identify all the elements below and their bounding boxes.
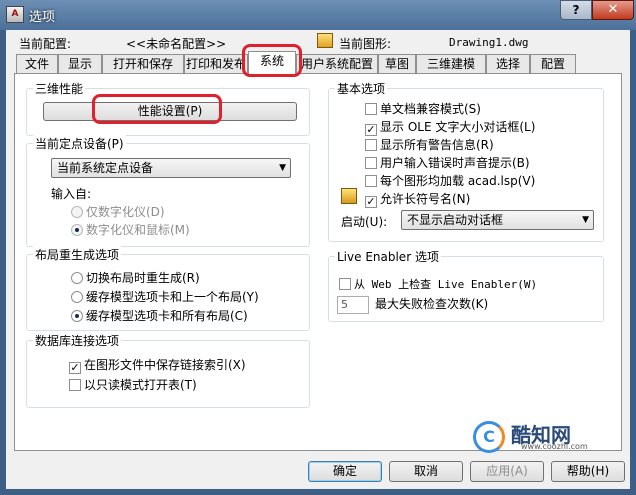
checkbox-load-acad-lsp[interactable]: 每个图形均加载 acad.lsp(V) — [365, 172, 535, 189]
checkbox-box — [365, 103, 377, 115]
group-title: 布局重生成选项 — [33, 246, 122, 263]
ok-button[interactable]: 确定 — [308, 461, 382, 482]
radio-circle — [71, 206, 83, 218]
checkbox-box: ✓ — [365, 195, 377, 208]
tab-selection[interactable]: 选择 — [486, 54, 530, 73]
group-title: 数据库连接选项 — [33, 332, 122, 349]
checkbox-label: 允许长符号名(N) — [380, 192, 471, 206]
checkbox-label: 单文档兼容模式(S) — [380, 102, 481, 116]
checkbox-readonly-tables[interactable]: 以只读模式打开表(T) — [69, 376, 197, 393]
radio-label: 仅数字化仪(D) — [86, 205, 165, 219]
checkbox-label: 从 Web 上检查 Live Enabler(W) — [354, 278, 538, 291]
radio-label: 缓存模型选项卡和所有布局(C) — [86, 309, 248, 323]
tab-open-save[interactable]: 打开和保存 — [102, 54, 184, 73]
startup-value: 不显示启动对话框 — [407, 213, 504, 227]
radio-circle — [71, 224, 83, 236]
checkbox-save-link-index[interactable]: ✓ 在图形文件中保存链接索引(X) — [69, 356, 246, 374]
group-title: 当前定点设备(P) — [33, 135, 126, 152]
current-drawing-value: Drawing1.dwg — [449, 36, 529, 49]
current-config-label: 当前配置: — [19, 37, 72, 51]
radio-digitizer-only[interactable]: 仅数字化仪(D) — [71, 203, 165, 220]
checkbox-label: 每个图形均加载 acad.lsp(V) — [380, 174, 536, 188]
group-title: Live Enabler 选项 — [335, 248, 441, 265]
close-button[interactable]: ✕ — [592, 0, 634, 20]
watermark-url: www.coozhi.com — [521, 442, 588, 451]
tab-user-preferences[interactable]: 用户系统配置 — [296, 54, 378, 73]
checkbox-box: ✓ — [365, 123, 377, 136]
startup-select[interactable]: 不显示启动对话框 ▼ — [401, 210, 594, 230]
radio-digitizer-and-mouse[interactable]: 数字化仪和鼠标(M) — [71, 221, 190, 238]
checkbox-ole-text-size[interactable]: ✓ 显示 OLE 文字大小对话框(L) — [365, 118, 535, 136]
apply-button[interactable]: 应用(A) — [470, 461, 544, 482]
current-drawing-label: 当前图形: — [339, 37, 392, 51]
checkbox-label: 在图形文件中保存链接索引(X) — [84, 358, 246, 372]
cancel-button[interactable]: 取消 — [389, 461, 463, 482]
radio-cache-model-all-layouts[interactable]: 缓存模型选项卡和所有布局(C) — [71, 307, 248, 324]
checkbox-box — [69, 379, 81, 391]
performance-settings-button[interactable]: 性能设置(P) — [43, 102, 297, 121]
group-db-connect: 数据库连接选项 ✓ 在图形文件中保存链接索引(X) 以只读模式打开表(T) — [26, 332, 310, 408]
help-button[interactable]: ? — [560, 0, 592, 20]
group-live-enabler: Live Enabler 选项 从 Web 上检查 Live Enabler(W… — [328, 248, 604, 322]
radio-regen-on-switch[interactable]: 切换布局时重生成(R) — [71, 269, 200, 286]
current-config-value: <<未命名配置>> — [126, 37, 227, 51]
checkbox-box: ✓ — [69, 361, 81, 374]
checkbox-check-live-enabler[interactable]: 从 Web 上检查 Live Enabler(W) — [339, 276, 537, 292]
tab-display[interactable]: 显示 — [58, 54, 102, 73]
checkbox-label: 用户输入错误时声音提示(B) — [380, 156, 530, 170]
radio-label: 缓存模型选项卡和上一个布局(Y) — [86, 290, 259, 304]
group-pointing-device: 当前定点设备(P) 当前系统定点设备 ▼ 输入自: 仅数字化仪(D) 数字化仪和… — [26, 135, 310, 247]
checkbox-beep-on-error[interactable]: 用户输入错误时声音提示(B) — [365, 154, 530, 171]
drawing-file-icon — [317, 33, 333, 48]
dialog-body: 当前配置: <<未命名配置>> 当前图形: Drawing1.dwg 文件 显示… — [6, 30, 630, 489]
max-fail-input[interactable]: 5 — [337, 295, 369, 314]
checkbox-sdi-mode[interactable]: 单文档兼容模式(S) — [365, 100, 481, 117]
radio-label: 切换布局时重生成(R) — [86, 271, 200, 285]
autocad-warning-icon — [341, 188, 357, 204]
group-title: 基本选项 — [335, 80, 388, 97]
tab-drafting[interactable]: 草图 — [378, 54, 416, 73]
tab-files[interactable]: 文件 — [16, 54, 58, 73]
max-fail-row: 5 最大失败检查次数(K) — [337, 295, 488, 314]
max-fail-label: 最大失败检查次数(K) — [375, 297, 489, 311]
radio-circle — [71, 310, 83, 322]
radio-label: 数字化仪和鼠标(M) — [86, 223, 190, 237]
tab-plot-publish[interactable]: 打印和发布 — [184, 54, 248, 73]
checkbox-label: 以只读模式打开表(T) — [84, 378, 197, 392]
radio-cache-model-last-layout[interactable]: 缓存模型选项卡和上一个布局(Y) — [71, 288, 259, 305]
checkbox-box — [365, 157, 377, 169]
tab-3d-modeling[interactable]: 三维建模 — [416, 54, 486, 73]
group-3d-performance: 三维性能 性能设置(P) — [26, 80, 310, 136]
input-from-label: 输入自: — [51, 187, 92, 201]
chevron-down-icon: ▼ — [582, 215, 589, 225]
checkbox-box — [365, 175, 377, 187]
startup-label: 启动(U): — [341, 215, 388, 229]
coozhi-watermark: C 酷知网 www.coozhi.com — [473, 419, 629, 455]
group-general-options: 基本选项 单文档兼容模式(S) ✓ 显示 OLE 文字大小对话框(L) 显示所有警… — [328, 80, 604, 242]
radio-circle — [71, 291, 83, 303]
checkbox-label: 显示所有警告信息(R) — [380, 138, 494, 152]
tab-profiles[interactable]: 配置 — [530, 54, 576, 73]
checkbox-label: 显示 OLE 文字大小对话框(L) — [380, 120, 536, 134]
checkbox-box — [339, 278, 351, 290]
tab-system[interactable]: 系统 — [248, 51, 296, 74]
help-dialog-button[interactable]: 帮助(H) — [551, 461, 625, 482]
checkbox-long-symbol-names[interactable]: ✓ 允许长符号名(N) — [365, 190, 470, 208]
pointing-device-value: 当前系统定点设备 — [57, 161, 154, 175]
pointing-device-select[interactable]: 当前系统定点设备 ▼ — [51, 158, 291, 178]
coozhi-logo-icon: C — [473, 421, 505, 453]
group-title: 三维性能 — [33, 80, 86, 97]
autocad-app-icon: A — [6, 6, 24, 23]
title-bar[interactable] — [0, 0, 636, 30]
checkbox-show-warnings[interactable]: 显示所有警告信息(R) — [365, 136, 494, 153]
checkbox-box — [365, 139, 377, 151]
chevron-down-icon: ▼ — [279, 163, 286, 173]
radio-circle — [71, 272, 83, 284]
group-layout-regen: 布局重生成选项 切换布局时重生成(R) 缓存模型选项卡和上一个布局(Y) 缓存模… — [26, 246, 310, 331]
window-title: 选项 — [29, 10, 56, 25]
